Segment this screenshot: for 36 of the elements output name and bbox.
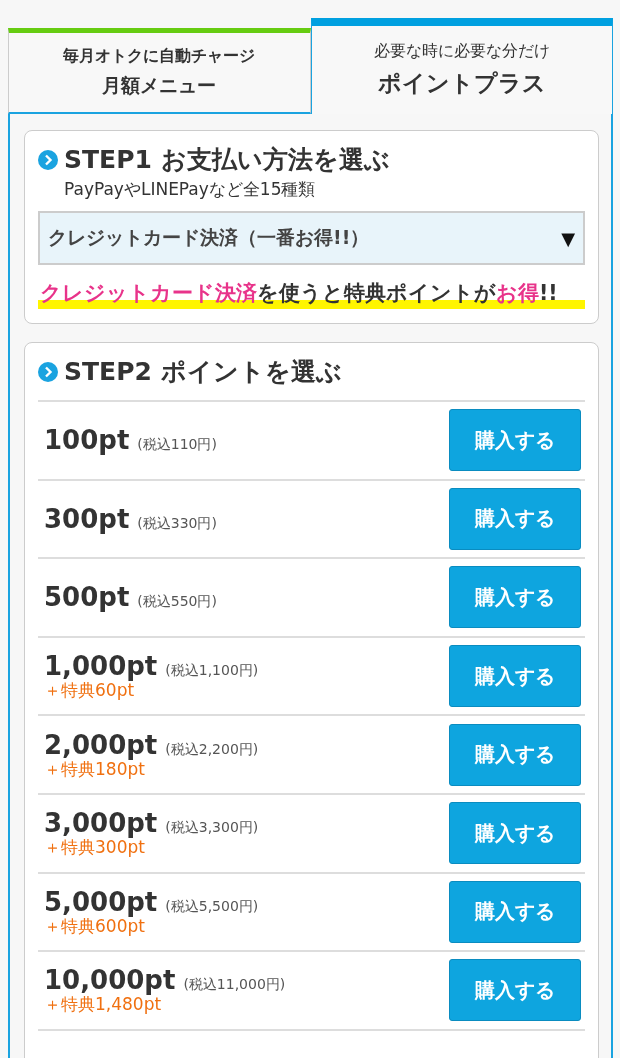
price-text: (税込2,200円): [165, 740, 259, 757]
bonus-text: ＋特典1,480pt: [44, 994, 162, 1015]
buy-button[interactable]: 購入する: [449, 959, 581, 1022]
buy-button[interactable]: 購入する: [449, 723, 581, 786]
points-amount: 3,000pt: [44, 808, 158, 839]
points-amount: 10,000pt: [44, 965, 176, 996]
price-text: (税込110円): [137, 436, 217, 453]
buy-button[interactable]: 購入する: [449, 409, 581, 472]
points-amount: 2,000pt: [44, 729, 158, 760]
step-title: STEP1 お支払い方法を選ぶ: [64, 144, 390, 176]
price-text: (税込1,100円): [165, 662, 259, 679]
price-text: (税込550円): [137, 593, 217, 610]
price-text: (税込3,300円): [165, 819, 259, 836]
step-title: STEP2 ポイントを選ぶ: [64, 356, 342, 388]
points-amount: 100pt: [44, 425, 130, 456]
tab[interactable]: 毎月オトクに自動チャージ 月額メニュー: [8, 28, 311, 114]
chevron-right-icon: [38, 361, 58, 382]
price-text: (税込5,500円): [165, 897, 259, 914]
chevron-right-icon: [38, 149, 58, 170]
price-text: (税込11,000円): [183, 976, 286, 993]
bonus-text: ＋特典60pt: [44, 680, 135, 701]
points-amount: 300pt: [44, 503, 130, 534]
price-text: (税込330円): [137, 514, 217, 531]
promo-text: クレジットカード決済を使うと特典ポイントがお得!!: [38, 279, 585, 309]
points-amount: 5,000pt: [44, 886, 158, 917]
buy-button[interactable]: 購入する: [449, 566, 581, 629]
payment-select[interactable]: クレジットカード決済（一番お得!!） ▼: [38, 211, 585, 265]
tab[interactable]: 必要な時に必要な分だけ ポイントプラス: [310, 18, 613, 114]
points-amount: 1,000pt: [44, 651, 158, 682]
buy-button[interactable]: 購入する: [449, 487, 581, 550]
buy-button[interactable]: 購入する: [449, 880, 581, 943]
buy-button[interactable]: 購入する: [449, 645, 581, 708]
points-amount: 500pt: [44, 582, 130, 613]
payment-note: PayPayやLINEPayなど全15種類: [64, 178, 317, 201]
buy-button[interactable]: 購入する: [449, 802, 581, 865]
bonus-text: ＋特典300pt: [44, 837, 145, 858]
